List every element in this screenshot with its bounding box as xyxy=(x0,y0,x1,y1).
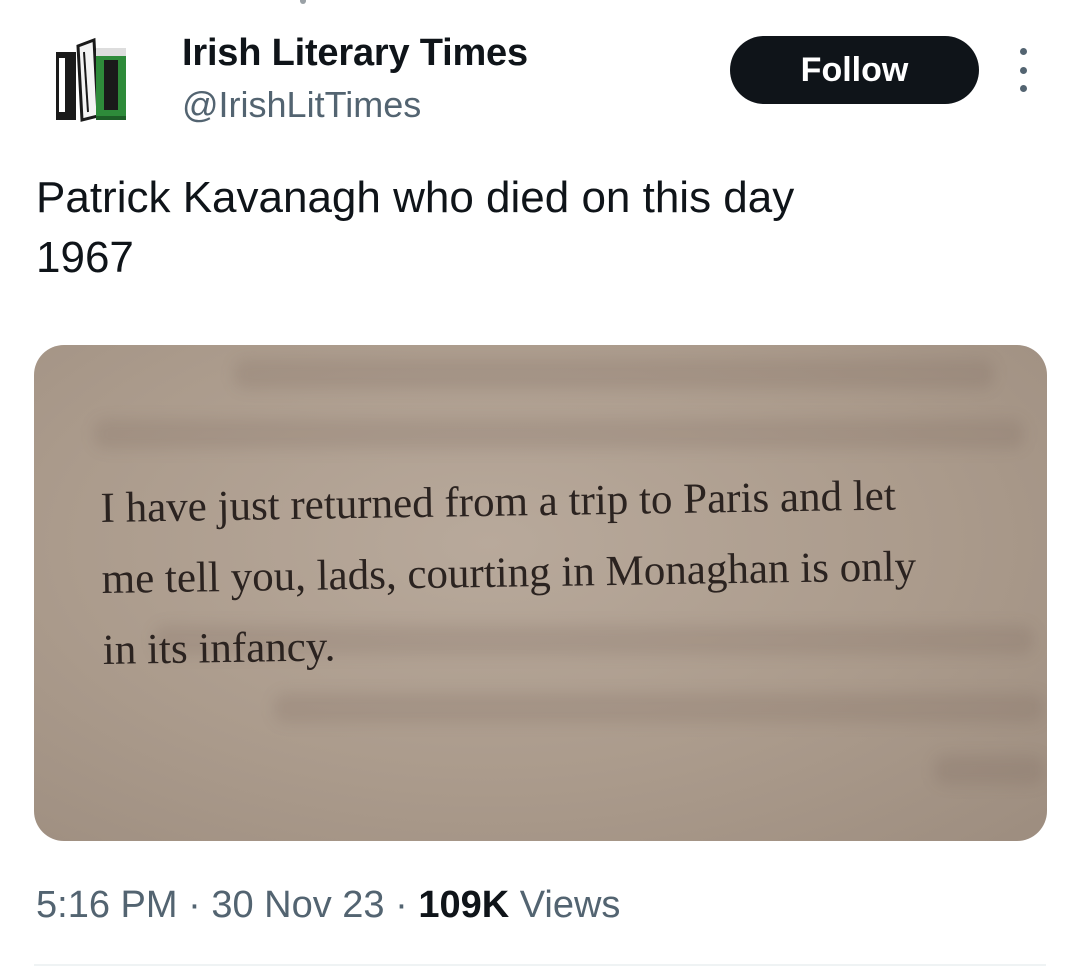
tweet-text: Patrick Kavanagh who died on this day 19… xyxy=(36,168,1036,288)
bleed-through-text xyxy=(94,419,1024,449)
account-handle[interactable]: @IrishLitTimes xyxy=(182,84,421,126)
tweet-text-line: 1967 xyxy=(36,233,134,282)
books-logo-icon[interactable] xyxy=(50,30,134,126)
tweet-time[interactable]: 5:16 PM xyxy=(36,884,178,926)
meta-separator: · xyxy=(188,884,201,926)
tweet-text-line: Patrick Kavanagh who died on this day xyxy=(36,173,795,222)
tweet-image[interactable]: I have just returned from a trip to Pari… xyxy=(34,345,1047,841)
tweet-date[interactable]: 30 Nov 23 xyxy=(211,884,384,926)
account-display-name[interactable]: Irish Literary Times xyxy=(182,32,528,75)
quote-line: in its infancy. xyxy=(102,623,336,674)
bleed-through-text xyxy=(274,693,1044,723)
scroll-indicator xyxy=(300,0,306,4)
tweet-page: Irish Literary Times @IrishLitTimes Foll… xyxy=(0,0,1080,978)
more-dot xyxy=(1019,85,1027,92)
more-dot xyxy=(1019,48,1027,55)
views-count: 109K xyxy=(418,884,510,926)
views-label: Views xyxy=(519,884,621,926)
tweet-metadata: 5:16 PM · 30 Nov 23 · 109K Views xyxy=(36,884,620,927)
divider xyxy=(34,964,1046,966)
quote-line: me tell you, lads, courting in Monaghan … xyxy=(101,543,917,603)
more-dot xyxy=(1019,66,1027,74)
bleed-through-text xyxy=(234,359,994,389)
book-quote: I have just returned from a trip to Pari… xyxy=(100,458,1033,686)
meta-separator: · xyxy=(395,884,408,926)
follow-button[interactable]: Follow xyxy=(730,36,979,104)
bleed-through-text xyxy=(934,755,1044,785)
more-options-icon[interactable] xyxy=(1008,48,1038,92)
